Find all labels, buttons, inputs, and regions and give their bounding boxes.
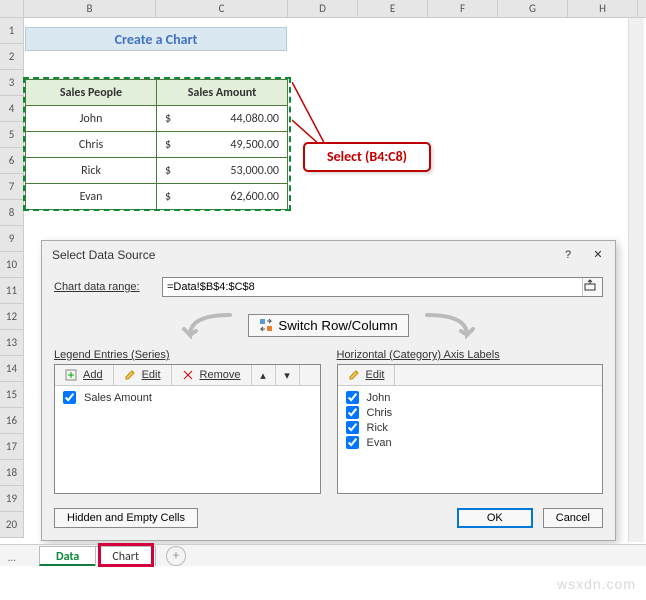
series-item[interactable]: Sales Amount bbox=[61, 390, 314, 405]
col-header-H[interactable]: H bbox=[568, 0, 638, 17]
cell-amount[interactable]: $49,500.00 bbox=[157, 132, 288, 158]
add-series-button[interactable]: Add bbox=[55, 365, 114, 385]
category-checkbox[interactable] bbox=[346, 406, 359, 419]
row-headers: 1 2 3 4 5 6 7 8 9 10 11 12 13 14 15 16 1… bbox=[0, 18, 24, 538]
row-header[interactable]: 9 bbox=[0, 226, 24, 252]
row-header[interactable]: 10 bbox=[0, 252, 24, 278]
hidden-empty-cells-button[interactable]: Hidden and Empty Cells bbox=[54, 508, 198, 528]
legend-entries-label: Legend Entries (Series) bbox=[54, 349, 321, 361]
switch-row-column-button[interactable]: Switch Row/Column bbox=[248, 314, 408, 337]
sheet-tab-bar: … Data Chart + bbox=[0, 544, 646, 566]
axis-labels-label: Horizontal (Category) Axis Labels bbox=[337, 349, 604, 361]
help-button[interactable]: ? bbox=[557, 245, 579, 265]
title-merged-cell[interactable]: Create a Chart bbox=[25, 27, 287, 51]
sheet-tab-chart[interactable]: Chart bbox=[95, 546, 156, 566]
vertical-scrollbar[interactable] bbox=[628, 18, 644, 542]
category-checkbox[interactable] bbox=[346, 391, 359, 404]
switch-icon bbox=[259, 318, 273, 332]
row-header[interactable]: 19 bbox=[0, 486, 24, 512]
dialog-titlebar[interactable]: Select Data Source ? ✕ bbox=[42, 241, 615, 269]
row-header[interactable]: 5 bbox=[0, 122, 24, 148]
tab-nav-dots[interactable]: … bbox=[8, 551, 16, 564]
row-header[interactable]: 8 bbox=[0, 200, 24, 226]
row-header[interactable]: 12 bbox=[0, 304, 24, 330]
swoosh-right-icon bbox=[421, 311, 477, 339]
row-header[interactable]: 14 bbox=[0, 356, 24, 382]
category-item[interactable]: Evan bbox=[344, 435, 597, 450]
dialog-title: Select Data Source bbox=[52, 248, 155, 262]
table-row: Rick $53,000.00 bbox=[26, 158, 288, 184]
chart-data-range-field[interactable] bbox=[162, 277, 603, 297]
category-checkbox[interactable] bbox=[346, 436, 359, 449]
cell-name[interactable]: Rick bbox=[26, 158, 157, 184]
edit-icon bbox=[124, 368, 138, 382]
col-header-G[interactable]: G bbox=[498, 0, 568, 17]
row-header[interactable]: 17 bbox=[0, 434, 24, 460]
cell-amount[interactable]: $53,000.00 bbox=[157, 158, 288, 184]
data-table: Sales People Sales Amount John $44,080.0… bbox=[25, 79, 288, 210]
cell-amount[interactable]: $62,600.00 bbox=[157, 184, 288, 210]
column-headers: B C D E F G H bbox=[0, 0, 646, 18]
edit-axis-button[interactable]: Edit bbox=[338, 365, 396, 385]
cell-name[interactable]: Chris bbox=[26, 132, 157, 158]
header-sales-amount[interactable]: Sales Amount bbox=[157, 80, 288, 106]
remove-series-button[interactable]: Remove bbox=[172, 365, 252, 385]
table-row: Evan $62,600.00 bbox=[26, 184, 288, 210]
watermark: wsxdn.com bbox=[557, 576, 636, 592]
table-header-row: Sales People Sales Amount bbox=[26, 80, 288, 106]
remove-icon bbox=[182, 368, 196, 382]
col-header-B[interactable]: B bbox=[24, 0, 156, 17]
close-button[interactable]: ✕ bbox=[587, 245, 609, 265]
move-down-button[interactable]: ▾ bbox=[276, 365, 300, 385]
add-sheet-button[interactable]: + bbox=[166, 546, 186, 566]
table-row: Chris $49,500.00 bbox=[26, 132, 288, 158]
select-data-source-dialog: Select Data Source ? ✕ Chart data range:… bbox=[41, 240, 616, 541]
col-header-D[interactable]: D bbox=[288, 0, 358, 17]
axis-labels-listbox: Edit John Chris Rick Evan bbox=[337, 364, 604, 494]
category-item[interactable]: John bbox=[344, 390, 597, 405]
row-header[interactable]: 13 bbox=[0, 330, 24, 356]
row-header[interactable]: 15 bbox=[0, 382, 24, 408]
switch-label: Switch Row/Column bbox=[278, 318, 397, 333]
series-checkbox[interactable] bbox=[63, 391, 76, 404]
row-header[interactable]: 7 bbox=[0, 174, 24, 200]
cell-name[interactable]: John bbox=[26, 106, 157, 132]
add-icon bbox=[65, 368, 79, 382]
category-item[interactable]: Rick bbox=[344, 420, 597, 435]
cell-name[interactable]: Evan bbox=[26, 184, 157, 210]
annotation-callout: Select (B4:C8) bbox=[303, 142, 431, 172]
row-header[interactable]: 3 bbox=[0, 70, 24, 96]
table-row: John $44,080.00 bbox=[26, 106, 288, 132]
row-header[interactable]: 16 bbox=[0, 408, 24, 434]
col-header-F[interactable]: F bbox=[428, 0, 498, 17]
row-header[interactable]: 20 bbox=[0, 512, 24, 538]
col-header-E[interactable]: E bbox=[358, 0, 428, 17]
cell-amount[interactable]: $44,080.00 bbox=[157, 106, 288, 132]
chart-data-range-label: Chart data range: bbox=[54, 281, 154, 293]
row-header[interactable]: 6 bbox=[0, 148, 24, 174]
legend-entries-listbox: Add Edit Remove ▴ ▾ Sales Amount bbox=[54, 364, 321, 494]
corner-cell[interactable] bbox=[0, 0, 24, 17]
edit-series-button[interactable]: Edit bbox=[114, 365, 172, 385]
chevron-down-icon: ▾ bbox=[284, 369, 290, 382]
range-selector-button[interactable] bbox=[582, 278, 602, 296]
chart-data-range-input[interactable] bbox=[163, 278, 582, 296]
chevron-up-icon: ▴ bbox=[260, 369, 266, 382]
col-header-C[interactable]: C bbox=[156, 0, 288, 17]
move-up-button[interactable]: ▴ bbox=[252, 365, 276, 385]
row-header[interactable]: 11 bbox=[0, 278, 24, 304]
header-sales-people[interactable]: Sales People bbox=[26, 80, 157, 106]
row-header[interactable]: 1 bbox=[0, 18, 24, 44]
row-header[interactable]: 18 bbox=[0, 460, 24, 486]
ok-button[interactable]: OK bbox=[457, 508, 533, 528]
swoosh-left-icon bbox=[180, 311, 236, 339]
sheet-tab-data[interactable]: Data bbox=[39, 546, 96, 566]
row-header[interactable]: 2 bbox=[0, 44, 24, 70]
category-item[interactable]: Chris bbox=[344, 405, 597, 420]
edit-icon bbox=[348, 368, 362, 382]
category-checkbox[interactable] bbox=[346, 421, 359, 434]
cancel-button[interactable]: Cancel bbox=[543, 508, 603, 528]
row-header[interactable]: 4 bbox=[0, 96, 24, 122]
